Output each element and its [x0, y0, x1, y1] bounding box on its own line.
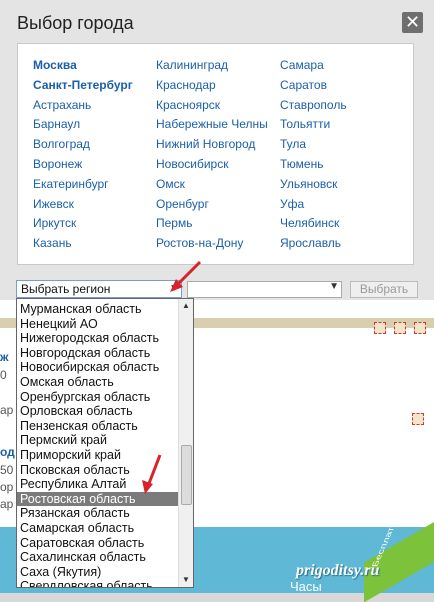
region-option[interactable]: Свердловская область — [17, 579, 179, 587]
close-icon: ✕ — [404, 12, 421, 32]
list-icon[interactable] — [394, 322, 406, 334]
chevron-down-icon: ▼ — [169, 283, 179, 294]
region-option[interactable]: Новосибирская область — [17, 360, 179, 375]
region-option[interactable]: Приморский край — [17, 448, 179, 463]
dropdown-scrollbar[interactable]: ▲ ▼ — [178, 299, 193, 587]
region-select[interactable]: Выбрать регион ▼ — [16, 280, 182, 298]
region-option[interactable]: Нижегородская область — [17, 331, 179, 346]
region-option[interactable]: Самарская область — [17, 521, 179, 536]
region-options: Мурманская область Ненецкий АО Нижегородск… — [17, 302, 179, 587]
city-link[interactable]: Иркутск — [33, 216, 133, 236]
region-option[interactable]: Псковская область — [17, 463, 179, 478]
region-option[interactable]: Ростовская область — [17, 491, 179, 507]
region-option[interactable]: Ненецкий АО — [17, 317, 179, 332]
city-select[interactable]: ▼ — [187, 281, 342, 298]
region-option[interactable]: Сахалинская область — [17, 550, 179, 565]
region-option[interactable]: Рязанская область — [17, 506, 179, 521]
background-text: од — [0, 445, 15, 459]
city-link[interactable]: Пермь — [156, 216, 268, 236]
watermark: prigoditsy.ru — [296, 562, 380, 579]
modal-title: Выбор города — [17, 13, 134, 33]
scrollbar-thumb[interactable] — [181, 445, 192, 505]
city-select-modal: Выбор города ✕ Москва Санкт-Петербург Астр… — [0, 0, 434, 300]
region-option[interactable]: Орловская область — [17, 404, 179, 419]
background-text: ор — [0, 480, 14, 494]
city-column: Калининград Краснодар Красноярск Набережные… — [156, 58, 268, 256]
city-link[interactable]: Волгоград — [33, 137, 133, 157]
region-option[interactable]: Новгородская область — [17, 346, 179, 361]
city-link[interactable]: Саратов — [280, 78, 347, 98]
city-link[interactable]: Красноярск — [156, 98, 268, 118]
city-link[interactable]: Барнаул — [33, 117, 133, 137]
background-text: ар — [0, 403, 14, 417]
city-link[interactable]: Оренбург — [156, 197, 268, 217]
city-link[interactable]: Москва — [33, 58, 133, 78]
choose-button[interactable]: Выбрать — [350, 281, 418, 298]
city-column: Москва Санкт-Петербург Астрахань Барнаул Вол… — [33, 58, 133, 256]
region-option[interactable]: Саха (Якутия) — [17, 565, 179, 580]
region-dropdown-list[interactable]: Мурманская область Ненецкий АО Нижегородск… — [16, 298, 194, 588]
region-option[interactable]: Омская область — [17, 375, 179, 390]
city-link[interactable]: Омск — [156, 177, 268, 197]
city-link[interactable]: Ростов-на-Дону — [156, 236, 268, 256]
city-link[interactable]: Новосибирск — [156, 157, 268, 177]
chevron-down-icon: ▼ — [329, 281, 339, 292]
city-link[interactable]: Казань — [33, 236, 133, 256]
region-select-value: Выбрать регион — [21, 282, 111, 296]
city-link[interactable]: Ставрополь — [280, 98, 347, 118]
favorite-icon[interactable] — [414, 322, 426, 334]
scroll-down-icon[interactable]: ▼ — [180, 574, 192, 586]
city-link[interactable]: Тула — [280, 137, 347, 157]
region-option[interactable]: Саратовская область — [17, 536, 179, 551]
region-option[interactable]: Оренбургская область — [17, 390, 179, 405]
region-option[interactable]: Республика Алтай — [17, 477, 179, 492]
compare-icon[interactable] — [374, 322, 386, 334]
scroll-up-icon[interactable]: ▲ — [180, 300, 192, 312]
city-link[interactable]: Тюмень — [280, 157, 347, 177]
city-list: Москва Санкт-Петербург Астрахань Барнаул Вол… — [17, 43, 414, 265]
city-link[interactable]: Уфа — [280, 197, 347, 217]
background-text: ж — [0, 350, 9, 364]
background-text: 50 — [0, 463, 14, 477]
city-link[interactable]: Ярославль — [280, 236, 347, 256]
city-link[interactable]: Челябинск — [280, 216, 347, 236]
city-link[interactable]: Набережные Челны — [156, 117, 268, 137]
info-icon[interactable] — [412, 413, 424, 425]
city-link[interactable]: Ульяновск — [280, 177, 347, 197]
city-link[interactable]: Самара — [280, 58, 347, 78]
city-link[interactable]: Екатеринбург — [33, 177, 133, 197]
region-option[interactable]: Мурманская область — [17, 302, 179, 317]
city-link[interactable]: Воронеж — [33, 157, 133, 177]
city-link[interactable]: Ижевск — [33, 197, 133, 217]
city-link[interactable]: Калининград — [156, 58, 268, 78]
city-column: Самара Саратов Ставрополь Тольятти Тула Тюмен… — [280, 58, 347, 256]
city-link[interactable]: Нижний Новгород — [156, 137, 268, 157]
close-button[interactable]: ✕ — [402, 12, 423, 33]
city-link[interactable]: Тольятти — [280, 117, 347, 137]
background-text: 0 — [0, 368, 7, 382]
footer-label: Часы — [290, 579, 322, 594]
city-link[interactable]: Краснодар — [156, 78, 268, 98]
city-link[interactable]: Санкт-Петербург — [33, 78, 133, 98]
background-text: ар — [0, 497, 14, 511]
city-link[interactable]: Астрахань — [33, 98, 133, 118]
region-option[interactable]: Пермский край — [17, 433, 179, 448]
region-option[interactable]: Пензенская область — [17, 419, 179, 434]
